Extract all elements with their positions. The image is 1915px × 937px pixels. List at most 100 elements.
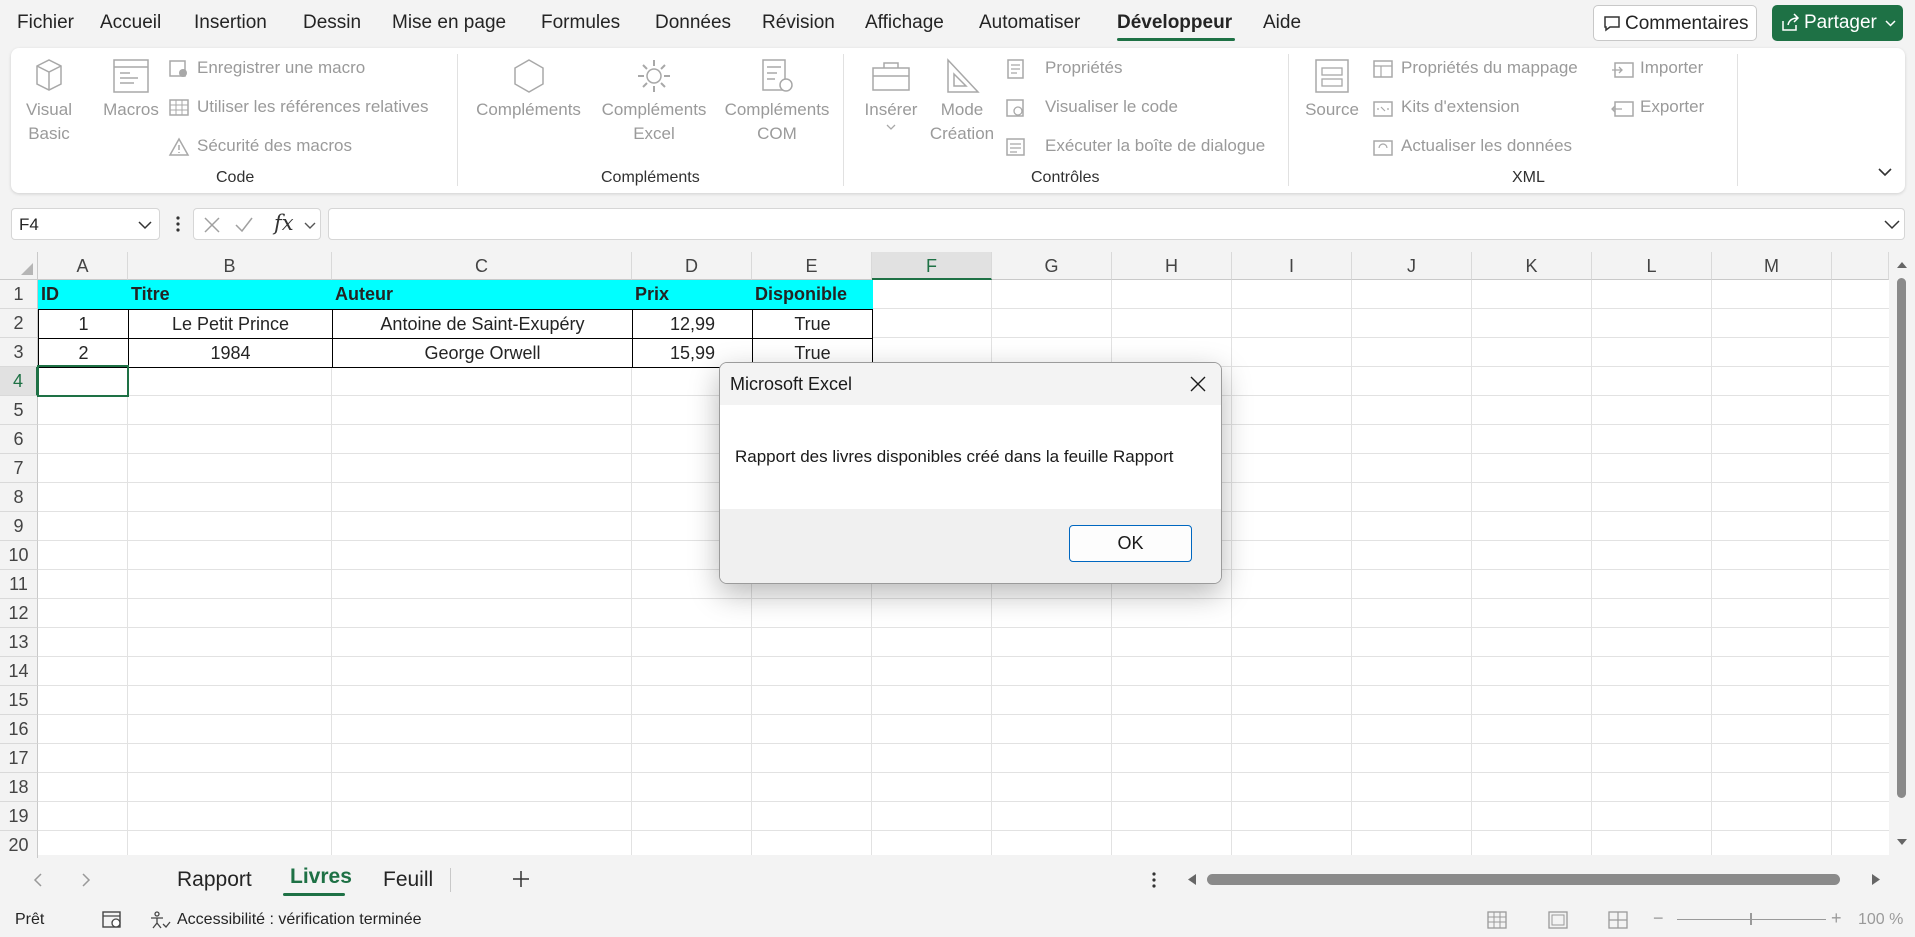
column-header-e[interactable]: E: [752, 252, 872, 280]
export-button[interactable]: Exporter: [1611, 97, 1704, 117]
sheet-tab-feuill[interactable]: Feuill: [383, 868, 433, 892]
menu-dessin[interactable]: Dessin: [303, 12, 361, 34]
insert-function-button[interactable]: fx: [274, 211, 294, 235]
properties-button[interactable]: Propriétés: [1005, 58, 1122, 79]
map-properties-button[interactable]: Propriétés du mappage: [1372, 58, 1578, 78]
zoom-out-icon[interactable]: −: [1653, 908, 1664, 929]
cell-a3[interactable]: 2: [38, 338, 129, 368]
macros-button[interactable]: Macros: [95, 48, 167, 122]
accessibility-status[interactable]: Accessibilité : vérification terminée: [177, 911, 422, 929]
expansion-packs-button[interactable]: Kits d'extension: [1372, 97, 1520, 117]
cell-a1[interactable]: ID: [38, 280, 128, 309]
more-options-icon[interactable]: [174, 214, 182, 234]
cell-c3[interactable]: George Orwell: [332, 338, 633, 368]
row-header-10[interactable]: 10: [0, 541, 38, 570]
vertical-scroll-thumb[interactable]: [1897, 278, 1906, 798]
column-header-l[interactable]: L: [1592, 252, 1712, 280]
cell-e1[interactable]: Disponible: [752, 280, 873, 309]
zoom-slider-thumb[interactable]: [1750, 913, 1752, 925]
menu-accueil[interactable]: Accueil: [100, 12, 161, 34]
row-header-18[interactable]: 18: [0, 773, 38, 802]
excel-addins-button[interactable]: Compléments Excel: [594, 48, 714, 146]
normal-view-icon[interactable]: [1487, 911, 1507, 929]
menu-insertion[interactable]: Insertion: [194, 12, 267, 34]
scroll-up-icon[interactable]: [1896, 260, 1908, 269]
menu-mise-en-page[interactable]: Mise en page: [392, 12, 506, 34]
macro-recording-icon[interactable]: [101, 910, 125, 930]
complements-button[interactable]: Compléments: [471, 48, 586, 122]
column-header-partial[interactable]: [1832, 252, 1889, 280]
column-header-g[interactable]: G: [992, 252, 1112, 280]
menu-automatiser[interactable]: Automatiser: [979, 12, 1080, 34]
design-mode-button[interactable]: Mode Création: [924, 48, 1000, 146]
row-header-9[interactable]: 9: [0, 512, 38, 541]
scroll-down-icon[interactable]: [1896, 838, 1908, 847]
record-macro-button[interactable]: Enregistrer une macro: [168, 58, 365, 78]
menu-fichier[interactable]: Fichier: [17, 12, 74, 34]
row-header-6[interactable]: 6: [0, 425, 38, 454]
select-all-corner[interactable]: [0, 252, 38, 280]
add-sheet-icon[interactable]: [512, 870, 530, 888]
visual-basic-button[interactable]: Visual Basic: [25, 48, 73, 146]
sheet-tab-livres[interactable]: Livres: [290, 865, 352, 889]
column-header-i[interactable]: I: [1232, 252, 1352, 280]
scroll-left-icon[interactable]: [1186, 873, 1197, 886]
cancel-icon[interactable]: [203, 216, 221, 234]
column-header-d[interactable]: D: [632, 252, 752, 280]
column-header-f[interactable]: F: [872, 252, 992, 280]
name-box[interactable]: F4: [11, 208, 160, 240]
scroll-right-icon[interactable]: [1871, 873, 1882, 886]
formula-input[interactable]: [328, 208, 1905, 240]
zoom-level[interactable]: 100 %: [1858, 911, 1903, 929]
cell-b3[interactable]: 1984: [128, 338, 333, 368]
chevron-right-icon[interactable]: [81, 873, 91, 887]
column-header-b[interactable]: B: [128, 252, 332, 280]
import-button[interactable]: Importer: [1611, 58, 1703, 78]
row-header-8[interactable]: 8: [0, 483, 38, 512]
cell-d2[interactable]: 12,99: [632, 309, 753, 339]
sheet-tab-rapport[interactable]: Rapport: [177, 868, 252, 892]
row-header-17[interactable]: 17: [0, 744, 38, 773]
row-header-14[interactable]: 14: [0, 657, 38, 686]
cell-a2[interactable]: 1: [38, 309, 129, 339]
menu-developpeur[interactable]: Développeur: [1117, 12, 1232, 34]
row-header-7[interactable]: 7: [0, 454, 38, 483]
row-header-3[interactable]: 3: [0, 338, 38, 367]
chevron-left-icon[interactable]: [33, 873, 43, 887]
row-header-15[interactable]: 15: [0, 686, 38, 715]
row-header-19[interactable]: 19: [0, 802, 38, 831]
ribbon-collapse-chevron-icon[interactable]: [1877, 167, 1893, 177]
cell-e2[interactable]: True: [752, 309, 873, 339]
column-header-a[interactable]: A: [38, 252, 128, 280]
enter-check-icon[interactable]: [234, 216, 254, 234]
column-header-m[interactable]: M: [1712, 252, 1832, 280]
accessibility-icon[interactable]: [149, 910, 171, 930]
column-header-h[interactable]: H: [1112, 252, 1232, 280]
row-header-16[interactable]: 16: [0, 715, 38, 744]
ok-button[interactable]: OK: [1069, 525, 1192, 562]
more-options-icon[interactable]: [1150, 870, 1158, 890]
zoom-in-icon[interactable]: +: [1831, 908, 1842, 929]
page-break-preview-icon[interactable]: [1608, 911, 1628, 929]
row-header-13[interactable]: 13: [0, 628, 38, 657]
row-header-20[interactable]: 20: [0, 831, 38, 860]
dialog-close-button[interactable]: [1181, 369, 1215, 399]
column-header-j[interactable]: J: [1352, 252, 1472, 280]
menu-aide[interactable]: Aide: [1263, 12, 1301, 34]
page-layout-icon[interactable]: [1548, 911, 1568, 929]
expand-formula-bar-icon[interactable]: [1884, 220, 1900, 230]
com-addins-button[interactable]: Compléments COM: [718, 48, 836, 146]
dialog-titlebar[interactable]: Microsoft Excel: [720, 363, 1221, 405]
column-header-k[interactable]: K: [1472, 252, 1592, 280]
run-dialog-button[interactable]: Exécuter la boîte de dialogue: [1005, 136, 1265, 156]
relative-references-button[interactable]: Utiliser les références relatives: [168, 97, 428, 117]
row-header-4[interactable]: 4: [0, 367, 38, 396]
cell-c2[interactable]: Antoine de Saint-Exupéry: [332, 309, 633, 339]
source-button[interactable]: Source: [1301, 48, 1363, 122]
menu-formules[interactable]: Formules: [541, 12, 620, 34]
cell-d1[interactable]: Prix: [632, 280, 752, 309]
row-header-1[interactable]: 1: [0, 280, 38, 309]
menu-revision[interactable]: Révision: [762, 12, 835, 34]
column-header-c[interactable]: C: [332, 252, 632, 280]
vertical-scrollbar[interactable]: [1889, 252, 1915, 855]
